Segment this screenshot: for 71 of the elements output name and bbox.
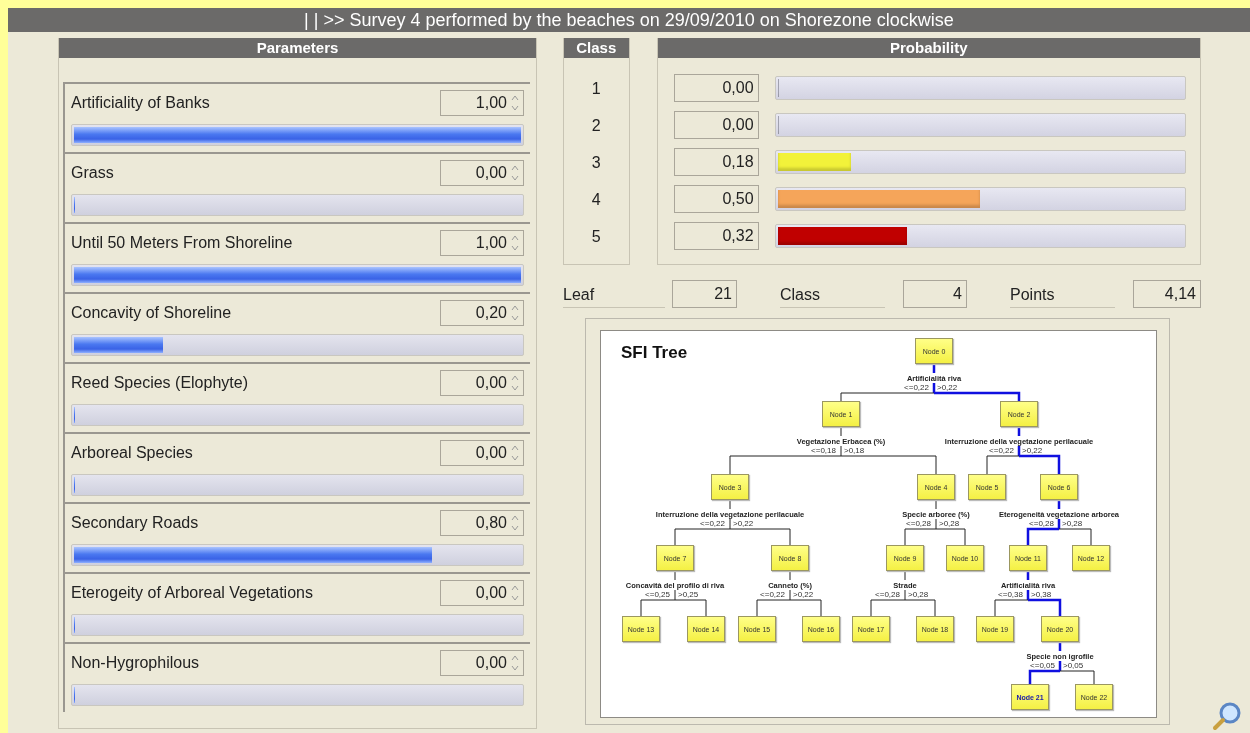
edge-label: >0,28 [1062,519,1083,528]
edge-label: >0,05 [1063,661,1084,670]
spin-box[interactable]: 0,00 [440,440,524,466]
edge-label: <=0,22 [904,383,929,392]
edge-label: <=0,38 [998,590,1023,599]
class-number: 1 [590,79,602,99]
edge-label: <=0,22 [700,519,725,528]
edge-label: >0,22 [733,519,754,528]
panel-header: Probability [657,38,1200,58]
spinner-arrows-icon[interactable] [511,164,519,182]
summary-label: Points [1010,280,1115,308]
spin-box[interactable]: 1,00 [440,90,524,116]
probability-value: 0,00 [673,74,759,102]
edge-label: >0,22 [793,590,814,599]
spinner-arrows-icon[interactable] [511,514,519,532]
panel-header: Class [564,38,629,58]
edge-label: >0,22 [1022,446,1043,455]
edge-label: <=0,18 [811,446,836,455]
spin-box[interactable]: 0,00 [440,370,524,396]
probability-value: 0,18 [673,148,759,176]
tree-title: SFI Tree [621,343,688,363]
parameter-label: Non-Hygrophilous [71,654,200,672]
summary-label: Class [780,280,885,308]
edge-label: <=0,22 [989,446,1014,455]
spinner-arrows-icon[interactable] [511,654,519,672]
probability-value: 0,00 [673,111,759,139]
probability-value: 0,32 [673,222,759,250]
spin-box[interactable]: 0,00 [440,160,524,186]
panel-header: Parameters [59,38,536,58]
spin-box[interactable]: 1,00 [440,230,524,256]
probability-value: 0,50 [673,185,759,213]
edge-label: <=0,28 [906,519,931,528]
parameter-label: Arboreal Species [71,444,193,462]
class-number: 3 [590,153,602,173]
spin-box[interactable]: 0,80 [440,510,524,536]
class-number: 2 [590,116,602,136]
edge-label: >0,25 [678,590,699,599]
parameter-label: Secondary Roads [71,514,199,532]
edge-label: >0,38 [1031,590,1052,599]
summary-label: Leaf [563,280,665,308]
parameter-label: Concavity of Shoreline [71,304,232,322]
window-title: | | >> Survey 4 performed by the beaches on 29/09/2010 on Shorezone clockwise [8,8,1250,32]
spinner-arrows-icon[interactable] [511,584,519,602]
edge-label: >0,18 [844,446,865,455]
spinner-arrows-icon[interactable] [511,234,519,252]
class-number: 4 [590,190,602,210]
edge-label: >0,28 [908,590,929,599]
summary-value: 4,14 [1133,280,1201,308]
parameter-label: Reed Species (Elophyte) [71,374,248,392]
spinner-arrows-icon[interactable] [511,94,519,112]
spinner-arrows-icon[interactable] [511,374,519,392]
parameter-label: Until 50 Meters From Shoreline [71,234,293,252]
parameter-label: Artificiality of Banks [71,94,210,112]
parameter-label: Grass [71,164,114,182]
spin-box[interactable]: 0,00 [440,650,524,676]
summary-value: 21 [672,280,737,308]
class-number: 5 [590,227,602,247]
edge-label: <=0,28 [1029,519,1054,528]
parameter-label: Eterogeity of Arboreal Vegetations [71,584,313,602]
spinner-arrows-icon[interactable] [511,444,519,462]
spin-box[interactable]: 0,20 [440,300,524,326]
edge-label: <=0,22 [760,590,785,599]
spin-box[interactable]: 0,00 [440,580,524,606]
edge-label: <=0,25 [645,590,670,599]
edge-label: <=0,05 [1030,661,1055,670]
edge-label: >0,28 [939,519,960,528]
edge-label: >0,22 [937,383,958,392]
magnifier-icon[interactable] [1212,701,1242,731]
edge-label: <=0,28 [875,590,900,599]
summary-value: 4 [903,280,967,308]
spinner-arrows-icon[interactable] [511,304,519,322]
